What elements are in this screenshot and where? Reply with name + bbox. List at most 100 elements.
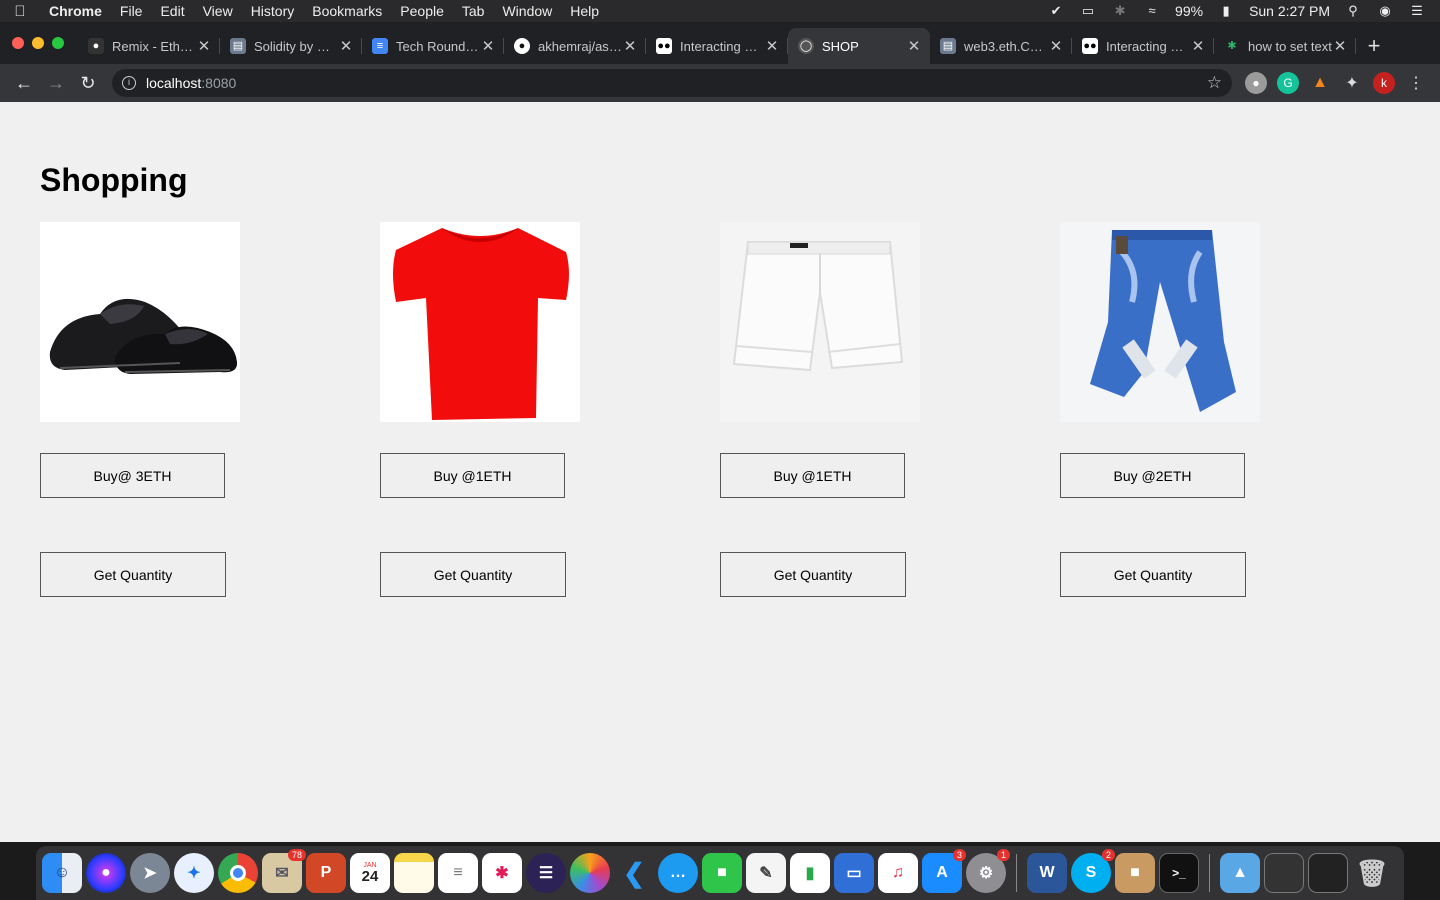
tab-interacting-1[interactable]: ●● Interacting with ✕ — [646, 28, 788, 64]
tab-close-icon[interactable]: ✕ — [906, 37, 922, 55]
spotlight-search-icon[interactable]: ⚲ — [1344, 4, 1362, 18]
chrome-icon[interactable] — [218, 853, 258, 893]
messages-icon[interactable]: … — [658, 853, 698, 893]
address-bar[interactable]: i localhost:8080 ☆ — [112, 69, 1232, 97]
siri-icon[interactable]: ◉ — [1376, 4, 1394, 18]
keynote-icon[interactable]: ▭ — [834, 853, 874, 893]
menu-bookmarks[interactable]: Bookmarks — [303, 3, 391, 19]
battery-icon[interactable]: ▮ — [1217, 4, 1235, 18]
powerpoint-icon[interactable]: P — [306, 853, 346, 893]
numbers-icon[interactable]: ▮ — [790, 853, 830, 893]
trash-icon[interactable]: 🗑 — [1352, 853, 1392, 893]
screenshot-thumbnail-icon[interactable] — [1264, 853, 1304, 893]
metamask-fox-icon[interactable]: ▲ — [1309, 72, 1331, 94]
launchpad-icon[interactable]: ➤ — [130, 853, 170, 893]
get-quantity-shoes-button[interactable]: Get Quantity — [40, 552, 226, 597]
extensions-puzzle-icon[interactable]: ✦ — [1341, 72, 1363, 94]
tab-label: Remix - Ethereum IDE — [112, 38, 196, 54]
mail-icon[interactable]: ✉ 78 — [262, 849, 306, 893]
finder-icon[interactable]: ☺ — [42, 853, 82, 893]
airplay-icon[interactable]: ▭ — [1079, 4, 1097, 18]
get-quantity-jeans-button[interactable]: Get Quantity — [1060, 552, 1246, 597]
slack-icon[interactable]: ✱ — [482, 853, 522, 893]
buy-shoes-button[interactable]: Buy@ 3ETH — [40, 453, 225, 498]
buy-jeans-button[interactable]: Buy @2ETH — [1060, 453, 1245, 498]
menu-tab[interactable]: Tab — [453, 3, 494, 19]
tab-close-icon[interactable]: ✕ — [622, 37, 638, 55]
app-store-icon[interactable]: A3 — [922, 849, 966, 893]
tab-close-icon[interactable]: ✕ — [480, 37, 496, 55]
chrome-menu-icon[interactable]: ⋮ — [1405, 72, 1427, 94]
downloads-stack-icon[interactable] — [1308, 853, 1348, 893]
applications-folder-icon[interactable]: ▲ — [1220, 853, 1260, 893]
package-box-icon[interactable]: ■ — [1115, 853, 1155, 893]
product-card-shoes: Buy@ 3ETH Get Quantity — [40, 222, 250, 597]
tab-interacting-2[interactable]: ●● Interacting With ✕ — [1072, 28, 1214, 64]
tab-close-icon[interactable]: ✕ — [764, 37, 780, 55]
get-quantity-tshirt-button[interactable]: Get Quantity — [380, 552, 566, 597]
menu-people[interactable]: People — [391, 3, 453, 19]
tab-web3-contract[interactable]: ▤ web3.eth.Contract ✕ — [930, 28, 1072, 64]
notification-center-icon[interactable]: ☰ — [1408, 4, 1426, 18]
bluetooth-icon[interactable]: ✱ — [1111, 4, 1129, 18]
tab-close-icon[interactable]: ✕ — [1048, 37, 1064, 55]
menu-edit[interactable]: Edit — [151, 3, 193, 19]
reminders-icon[interactable]: ≡ — [438, 853, 478, 893]
apple-menu-icon[interactable]:  — [0, 3, 40, 20]
tab-close-icon[interactable]: ✕ — [338, 37, 354, 55]
wifi-icon[interactable]: ≈ — [1143, 4, 1161, 18]
music-icon[interactable]: ♫ — [878, 853, 918, 893]
skype-badge: 2 — [1101, 849, 1115, 861]
tab-remix[interactable]: ● Remix - Ethereum IDE ✕ — [78, 28, 220, 64]
checkmark-status-icon[interactable]: ✔ — [1047, 4, 1065, 18]
tab-label: Interacting With — [1106, 38, 1190, 54]
minimize-window-button[interactable] — [32, 37, 44, 49]
site-info-icon[interactable]: i — [122, 76, 136, 90]
menu-help[interactable]: Help — [561, 3, 608, 19]
new-tab-button[interactable]: + — [1356, 28, 1392, 64]
forward-arrow-icon[interactable]: → — [40, 68, 72, 98]
word-icon[interactable]: W — [1027, 853, 1067, 893]
siri-icon[interactable]: ● — [86, 853, 126, 893]
tab-close-icon[interactable]: ✕ — [196, 37, 212, 55]
tab-solidity-by-example[interactable]: ▤ Solidity by Example ✕ — [220, 28, 362, 64]
vscode-icon[interactable]: ❮ — [614, 853, 654, 893]
menu-file[interactable]: File — [111, 3, 152, 19]
get-quantity-shorts-button[interactable]: Get Quantity — [720, 552, 906, 597]
calendar-icon[interactable]: JAN 24 — [350, 853, 390, 893]
tab-close-icon[interactable]: ✕ — [1190, 37, 1206, 55]
facetime-icon[interactable]: ■ — [702, 853, 742, 893]
tab-label: Tech Round Assignment — [396, 38, 480, 54]
script-editor-icon[interactable]: ✎ — [746, 853, 786, 893]
skype-icon[interactable]: S2 — [1071, 849, 1115, 893]
system-preferences-icon[interactable]: ⚙ 1 — [966, 849, 1010, 893]
bookmark-star-icon[interactable]: ☆ — [1207, 73, 1222, 93]
url-host: localhost — [146, 75, 202, 91]
reload-icon[interactable]: ↻ — [72, 68, 104, 98]
menu-window[interactable]: Window — [493, 3, 561, 19]
back-arrow-icon[interactable]: ← — [8, 68, 40, 98]
zoom-window-button[interactable] — [52, 37, 64, 49]
buy-tshirt-button[interactable]: Buy @1ETH — [380, 453, 565, 498]
profile-avatar[interactable]: k — [1373, 72, 1395, 94]
tab-close-icon[interactable]: ✕ — [1332, 37, 1348, 55]
extension-grey-icon[interactable]: ● — [1245, 72, 1267, 94]
buy-shorts-button[interactable]: Buy @1ETH — [720, 453, 905, 498]
grammarly-icon[interactable]: G — [1277, 72, 1299, 94]
menu-history[interactable]: History — [242, 3, 304, 19]
tab-github[interactable]: ● akhemraj/assignment ✕ — [504, 28, 646, 64]
eclipse-icon[interactable]: ☰ — [526, 853, 566, 893]
safari-icon[interactable]: ✦ — [174, 853, 214, 893]
tab-label: SHOP — [822, 38, 859, 54]
menu-view[interactable]: View — [194, 3, 242, 19]
photos-icon[interactable] — [570, 853, 610, 893]
terminal-icon[interactable]: >_ — [1159, 853, 1199, 893]
close-window-button[interactable] — [12, 37, 24, 49]
menu-app-name[interactable]: Chrome — [40, 3, 111, 19]
tab-shop-active[interactable]: ◯ SHOP ✕ — [788, 28, 930, 64]
notes-icon[interactable] — [394, 853, 434, 893]
menubar-clock[interactable]: Sun 2:27 PM — [1249, 3, 1330, 19]
tab-label: Interacting with — [680, 38, 764, 54]
tab-how-to-set-text[interactable]: ✱ how to set text ✕ — [1214, 28, 1356, 64]
tab-tech-round[interactable]: ≡ Tech Round Assignment ✕ — [362, 28, 504, 64]
